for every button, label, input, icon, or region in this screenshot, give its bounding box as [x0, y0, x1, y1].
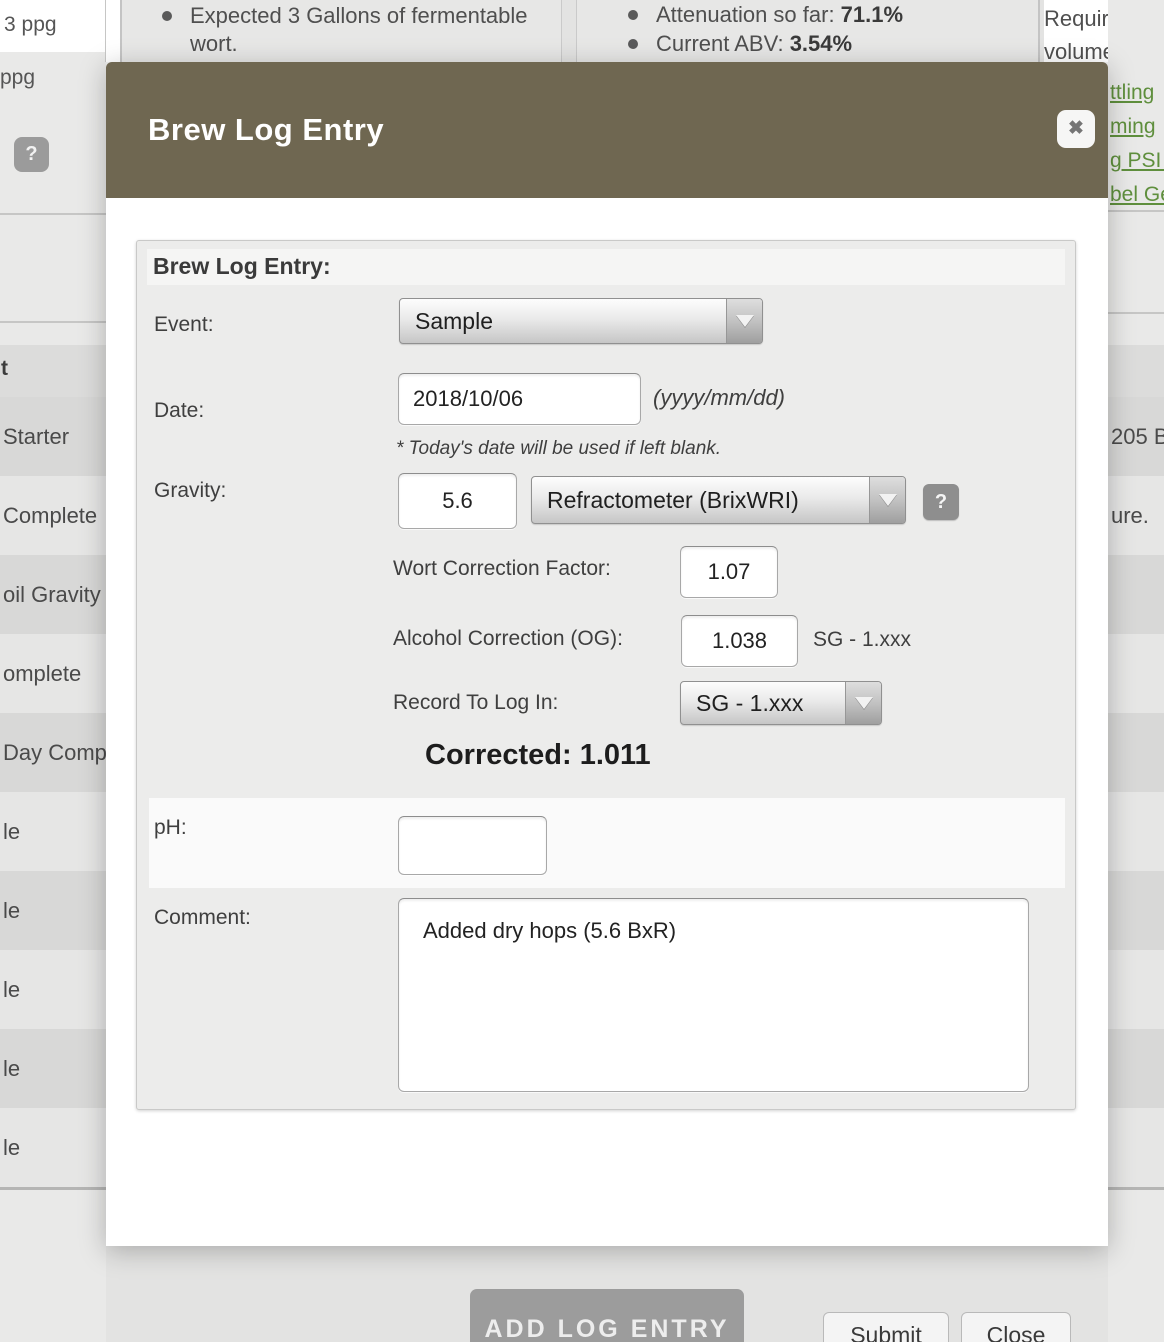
attenuation-value: 71.1%	[841, 2, 903, 27]
gravity-unit-value: Refractometer (BrixWRI)	[532, 477, 869, 523]
background-right-rows: 205 B ure.	[1108, 397, 1164, 1190]
brew-log-form: Brew Log Entry: Event: Sample Date: (yyy…	[136, 240, 1076, 1110]
table-row[interactable]: le	[0, 1108, 106, 1187]
ppg-fragment: ppg	[0, 66, 35, 90]
close-icon[interactable]: ✖	[1057, 110, 1095, 148]
background-gap	[106, 0, 120, 62]
date-format-hint: (yyyy/mm/dd)	[653, 385, 785, 411]
add-log-entry-button[interactable]: ADD LOG ENTRY	[470, 1289, 744, 1342]
date-note: * Today's date will be used if left blan…	[396, 438, 721, 460]
table-row[interactable]	[1108, 871, 1164, 950]
table-row[interactable]	[1108, 634, 1164, 713]
gravity-input[interactable]	[398, 473, 517, 529]
submit-button[interactable]: Submit	[823, 1312, 949, 1342]
event-label: Event:	[154, 313, 214, 337]
table-row[interactable]: oil Gravity	[0, 555, 106, 634]
chevron-down-icon	[726, 299, 762, 343]
link-fragment[interactable]: g PSI (	[1110, 144, 1164, 178]
gravity-help-button[interactable]: ?	[923, 484, 959, 520]
gravity-label: Gravity:	[154, 479, 226, 503]
close-button[interactable]: Close	[961, 1312, 1071, 1342]
link-fragment[interactable]: ming	[1110, 110, 1164, 144]
table-header-fragment: t	[0, 345, 106, 397]
table-row[interactable]	[1108, 1029, 1164, 1108]
background-panel-wort: Expected 3 Gallons of fermentable wort.	[120, 0, 562, 62]
table-row[interactable]: omplete	[0, 634, 106, 713]
divider	[0, 213, 106, 215]
record-to-log-value: SG - 1.xxx	[681, 682, 845, 724]
corrected-gravity-readout: Corrected: 1.011	[425, 739, 651, 772]
bullet-icon	[628, 39, 638, 49]
record-to-log-select[interactable]: SG - 1.xxx	[680, 681, 882, 725]
table-row[interactable]: le	[0, 950, 106, 1029]
divider	[0, 1187, 106, 1190]
table-row[interactable]: le	[0, 1029, 106, 1108]
modal-header: Brew Log Entry ✖	[106, 62, 1108, 198]
ppg-fragment-top: 3 ppg	[4, 13, 57, 37]
bullet-text: Expected 3 Gallons of fermentable wort.	[190, 2, 550, 58]
ph-label: pH:	[154, 816, 187, 840]
bullet-icon	[628, 10, 638, 20]
record-to-log-label: Record To Log In:	[393, 691, 558, 715]
table-row[interactable]: le	[0, 792, 106, 871]
comment-label: Comment:	[154, 906, 251, 930]
comment-textarea[interactable]: Added dry hops (5.6 BxR)	[398, 898, 1029, 1092]
alcohol-correction-label: Alcohol Correction (OG):	[393, 627, 623, 651]
event-select[interactable]: Sample	[399, 298, 763, 344]
form-heading: Brew Log Entry:	[147, 249, 1065, 280]
table-row[interactable]	[1108, 555, 1164, 634]
table-header-fragment	[1108, 345, 1164, 397]
event-select-value: Sample	[400, 299, 726, 343]
modal-body: Brew Log Entry: Event: Sample Date: (yyy…	[106, 198, 1108, 1246]
abv-value: 3.54%	[790, 31, 852, 56]
link-fragment[interactable]: ttling	[1110, 76, 1164, 110]
modal-title: Brew Log Entry	[148, 62, 384, 198]
bullet-text: Current ABV: 3.54%	[656, 30, 852, 58]
wort-correction-label: Wort Correction Factor:	[393, 557, 611, 581]
ph-row	[149, 798, 1065, 888]
background-right-links: ttling ming g PSI ( bel Ge	[1110, 76, 1164, 212]
page: 3 ppg ppg ? t Starter Complete oil Gravi…	[0, 0, 1164, 1342]
divider	[1108, 1187, 1164, 1190]
table-row[interactable]: ure.	[1108, 476, 1164, 555]
date-input[interactable]	[398, 373, 641, 425]
table-row[interactable]: Complete	[0, 476, 106, 555]
table-row[interactable]	[1108, 1108, 1164, 1187]
background-left-rows: Starter Complete oil Gravity omplete Day…	[0, 397, 106, 1190]
alcohol-correction-input[interactable]	[681, 615, 798, 667]
table-row[interactable]	[1108, 713, 1164, 792]
divider	[1108, 210, 1164, 212]
gravity-unit-select[interactable]: Refractometer (BrixWRI)	[531, 476, 906, 524]
chevron-down-icon	[869, 477, 905, 523]
form-heading-strip: Brew Log Entry:	[147, 249, 1065, 285]
table-row[interactable]: le	[0, 871, 106, 950]
background-panel-stats: Attenuation so far: 71.1% Current ABV: 3…	[576, 0, 1040, 62]
table-row[interactable]	[1108, 950, 1164, 1029]
brew-log-entry-modal: Brew Log Entry ✖ Brew Log Entry: Event: …	[106, 62, 1108, 1246]
table-row[interactable]	[1108, 792, 1164, 871]
link-fragment[interactable]: bel Ge	[1110, 178, 1164, 212]
chevron-down-icon	[845, 682, 881, 724]
divider	[1108, 312, 1164, 314]
divider	[0, 321, 106, 323]
alcohol-correction-unit: SG - 1.xxx	[813, 628, 911, 652]
bullet-text: Attenuation so far: 71.1%	[656, 1, 903, 29]
ph-input[interactable]	[398, 816, 547, 875]
date-label: Date:	[154, 399, 204, 423]
wort-correction-input[interactable]	[680, 546, 778, 598]
table-row[interactable]: 205 B	[1108, 397, 1164, 476]
table-row[interactable]: Day Comp	[0, 713, 106, 792]
help-icon[interactable]: ?	[14, 137, 49, 172]
bullet-icon	[162, 11, 172, 21]
table-row[interactable]: Starter	[0, 397, 106, 476]
